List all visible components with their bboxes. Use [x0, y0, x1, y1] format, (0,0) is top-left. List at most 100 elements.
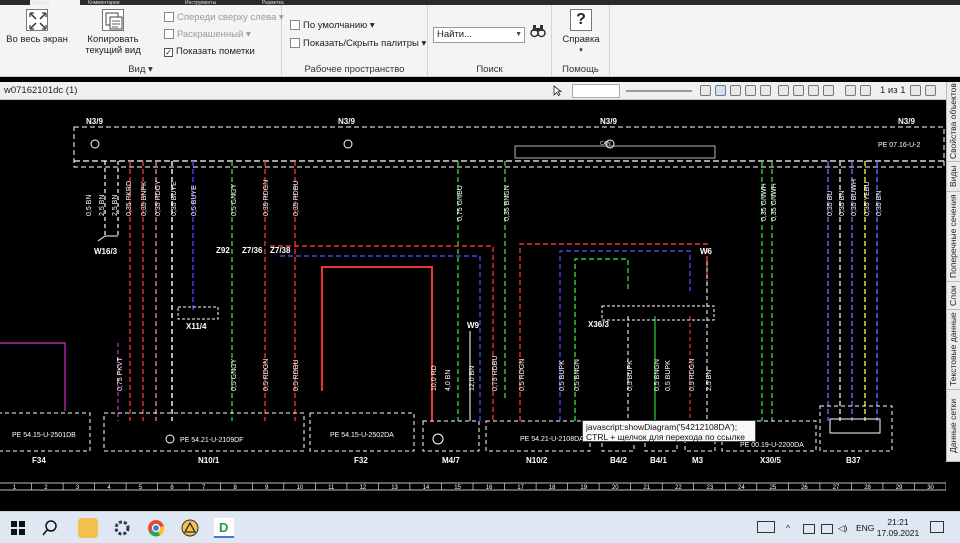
zoom-in-icon[interactable] — [730, 85, 741, 96]
grid-number: 26 — [801, 485, 808, 491]
wire-label: 0,5 BNGN — [574, 359, 581, 391]
wire-label: 12,0 BN — [469, 366, 476, 391]
grid-number: 21 — [643, 485, 650, 491]
help-label: Справка — [562, 34, 600, 45]
junction-label: W16/3 — [94, 247, 118, 256]
search-icon[interactable] — [40, 518, 60, 538]
orbit-icon[interactable] — [778, 85, 789, 96]
wire-label: 0,35 RDGN — [263, 180, 270, 216]
connector-label: X36/3 — [588, 320, 609, 329]
help-button[interactable]: ? Справка ▾ — [556, 9, 606, 56]
wire-label: 0,5 BUYE — [191, 185, 198, 216]
front-top-left-button[interactable]: Спереди сверху слева ▾ — [164, 11, 284, 24]
grid-number: 13 — [391, 485, 398, 491]
grid-number: 30 — [927, 485, 934, 491]
hand-icon[interactable] — [715, 85, 726, 96]
prev-page-icon[interactable] — [860, 85, 871, 96]
windows-start-icon[interactable] — [8, 518, 28, 538]
rotate-icon[interactable] — [793, 85, 804, 96]
zoom-slider[interactable] — [626, 90, 692, 92]
volume-icon[interactable]: ◁) — [838, 523, 847, 534]
grid-number: 25 — [770, 485, 777, 491]
zoom-select[interactable] — [572, 84, 620, 98]
top-label-n3-9: N3/9 — [338, 117, 355, 126]
module-id-label: B4/1 — [650, 456, 667, 465]
walk-icon[interactable] — [808, 85, 819, 96]
last-page-icon[interactable] — [925, 85, 936, 96]
side-tab-grid-data[interactable]: Данные сетки — [947, 390, 960, 462]
wire-label: 0,5 BNGN — [654, 359, 661, 391]
first-page-icon[interactable] — [845, 85, 856, 96]
side-tab-views[interactable]: Виды — [947, 162, 960, 192]
workspace-default-button[interactable]: По умолчанию ▾ — [290, 19, 375, 32]
splice — [97, 235, 118, 242]
wire-label: 0,35 RDBU — [293, 181, 300, 216]
group-label-view[interactable]: Вид ▾ — [0, 64, 281, 75]
show-hide-palettes-button[interactable]: Показать/Скрыть палитры ▾ — [290, 37, 426, 50]
chevron-up-icon[interactable]: ^ — [786, 523, 790, 533]
group-label-search: Поиск — [476, 64, 503, 75]
wire — [0, 342, 66, 411]
fit-screen-button[interactable]: Во весь экран — [6, 9, 68, 45]
side-tab-text-data[interactable]: Текстовые данные — [947, 310, 960, 390]
wire-label: 0,5 GNGY — [231, 183, 238, 216]
wire — [559, 250, 691, 421]
wire-label: 2,5 BN — [112, 195, 119, 216]
binoculars-icon[interactable] — [530, 23, 546, 39]
notifications-icon[interactable] — [930, 521, 944, 533]
wire-label: 0,35 RDGY — [155, 180, 162, 216]
copy-view-button[interactable]: Копировать текущий вид — [70, 9, 156, 56]
shading-icon — [164, 29, 174, 39]
grid-number: 15 — [454, 485, 461, 491]
wire-label: 4,0 BN — [445, 370, 452, 391]
grid-number: 12 — [360, 485, 367, 491]
grid-number: 14 — [423, 485, 430, 491]
side-tab-object-properties[interactable]: Свойства объектов — [947, 82, 960, 162]
wire-label: 0,5 RDGN — [263, 359, 270, 391]
taskbar: D ^ ◁) ENG 21:21 17.09.2021 — [0, 511, 960, 543]
next-page-icon[interactable] — [910, 85, 921, 96]
module-id-label: M4/7 — [442, 456, 460, 465]
coloring-button[interactable]: Раскрашенный ▾ — [164, 28, 251, 41]
grid-number: 18 — [549, 485, 556, 491]
zoom-window-icon[interactable] — [760, 85, 771, 96]
junction-label: W9 — [467, 321, 480, 330]
copy-view-label: Копировать текущий вид — [85, 34, 141, 56]
top-label-n3-9: N3/9 — [86, 117, 103, 126]
diagram-canvas[interactable]: N3/9 N3/9 N3/9 N3/9 PE 07.16-U-2 CAN 0,5… — [0, 101, 946, 494]
wire-label: 0,5 BUPK — [627, 360, 634, 391]
wiring-diagram[interactable]: N3/9 N3/9 N3/9 N3/9 PE 07.16-U-2 CAN 0,5… — [0, 101, 946, 494]
wire-label: 0,5 RDGN — [519, 359, 526, 391]
wire-label: 0,5 RDBU — [293, 359, 300, 391]
wire-label: 0,35 BNGN — [504, 185, 511, 221]
chrome-icon[interactable] — [146, 518, 166, 538]
pan-icon[interactable] — [700, 85, 711, 96]
view-menu-icon[interactable] — [823, 85, 834, 96]
document-toolbar: w07162101dc (1) 1 из 1 — [0, 82, 946, 100]
app-gear-icon[interactable] — [112, 518, 132, 538]
file-explorer-icon[interactable] — [78, 518, 98, 538]
grid-number: 10 — [297, 485, 304, 491]
junction-label: Z92 — [216, 246, 230, 255]
side-tab-cross-sections[interactable]: Поперечные сечения — [947, 192, 960, 282]
design-review-app-icon[interactable]: D — [214, 518, 234, 538]
search-input[interactable]: Найти... ▼ — [433, 27, 525, 43]
select-arrow-icon[interactable] — [552, 85, 563, 97]
display-icon[interactable] — [821, 524, 833, 534]
zoom-out-icon[interactable] — [745, 85, 756, 96]
grid-number: 28 — [864, 485, 871, 491]
wire-label: 0,35 BN — [876, 191, 883, 216]
connector-x11-4 — [177, 306, 219, 320]
side-tab-layers[interactable]: Слои — [947, 282, 960, 310]
wire-label: 0,75 GNBU — [457, 185, 464, 221]
app-triangle-icon[interactable] — [180, 518, 200, 538]
module-n10-1: PE 54.21-U-2109DF N10/1 — [103, 412, 305, 465]
network-icon[interactable] — [803, 524, 815, 534]
clock[interactable]: 21:21 17.09.2021 — [872, 517, 924, 539]
chevron-down-icon: ▾ — [579, 47, 583, 54]
show-marks-checkbox[interactable]: ✓ Показать пометки — [164, 45, 255, 58]
wire-label: 10,0 RD — [431, 365, 438, 391]
chevron-down-icon: ▼ — [515, 31, 522, 38]
wire — [270, 245, 494, 421]
keyboard-icon[interactable] — [757, 521, 775, 533]
